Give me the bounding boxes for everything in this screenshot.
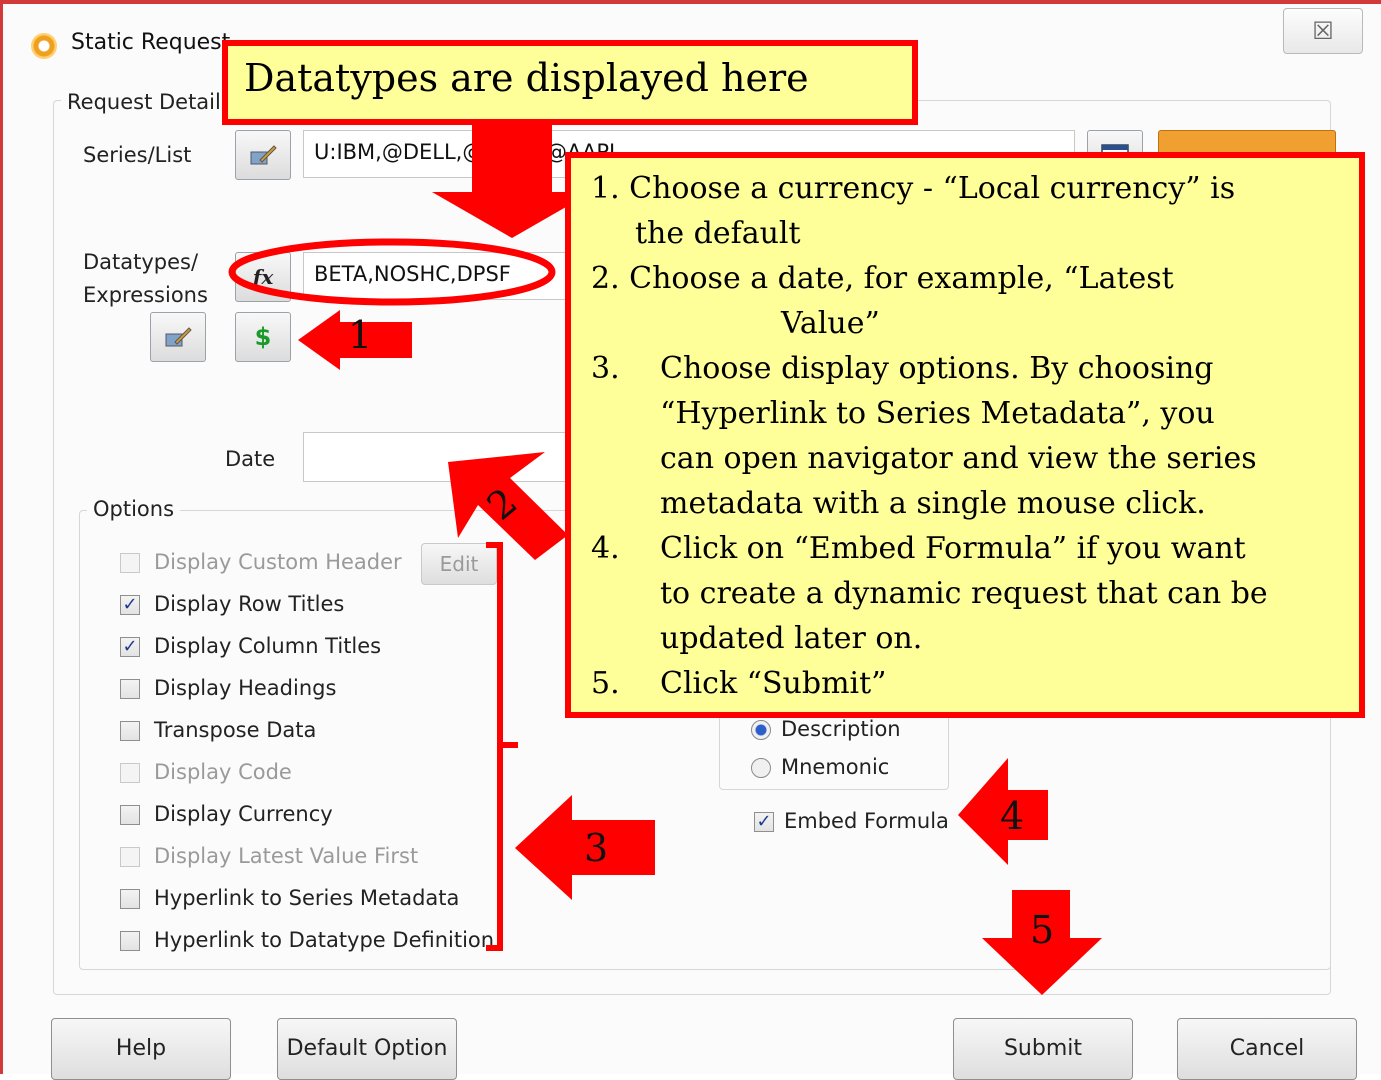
option-checkbox[interactable]	[120, 931, 140, 951]
option-checkbox[interactable]	[120, 679, 140, 699]
expression-builder-button[interactable]: fx	[235, 252, 291, 302]
option-label: Hyperlink to Series Metadata	[154, 886, 460, 910]
step-2-line2: Value”	[781, 306, 880, 341]
step-2-line1: 2. Choose a date, for example, “Latest	[591, 261, 1174, 296]
option-checkbox	[120, 763, 140, 783]
option-checkbox[interactable]: ✓	[120, 595, 140, 615]
app-icon	[31, 33, 57, 59]
default-option-button[interactable]: Default Option	[277, 1018, 457, 1080]
edit-list-icon	[250, 145, 277, 165]
step-1-line2: the default	[635, 216, 801, 251]
edit-header-button: Edit	[421, 543, 497, 585]
datatypes-edit-button[interactable]	[150, 312, 206, 362]
option-checkbox	[120, 553, 140, 573]
dollar-icon: $	[254, 323, 272, 351]
steps-callout: 1. Choose a currency - “Local currency” …	[565, 152, 1365, 718]
option-label: Display Custom Header	[154, 550, 402, 574]
window-top-border	[3, 0, 1381, 4]
series-edit-button[interactable]	[235, 130, 291, 180]
embed-formula-label: Embed Formula	[784, 809, 949, 833]
close-icon: ☒	[1312, 17, 1334, 45]
help-button[interactable]: Help	[51, 1018, 231, 1080]
step-3-line3: can open navigator and view the series	[660, 441, 1257, 476]
option-checkbox[interactable]	[120, 889, 140, 909]
cancel-button[interactable]: Cancel	[1177, 1018, 1357, 1080]
option-checkbox[interactable]	[120, 721, 140, 741]
date-input[interactable]	[303, 432, 575, 482]
option-label: Display Code	[154, 760, 292, 784]
date-label: Date	[225, 447, 276, 471]
step-4-number: 4.	[591, 531, 620, 566]
close-button[interactable]: ☒	[1283, 8, 1363, 54]
option-label: Display Row Titles	[154, 592, 345, 616]
mnemonic-radio[interactable]	[751, 758, 771, 778]
option-checkbox[interactable]: ✓	[120, 637, 140, 657]
option-label: Display Headings	[154, 676, 337, 700]
step-3-line2: “Hyperlink to Series Metadata”, you	[660, 396, 1215, 431]
datatypes-label-line2: Expressions	[83, 283, 208, 307]
option-label: Display Currency	[154, 802, 333, 826]
arrow-5-label: 5	[1030, 908, 1055, 952]
datatypes-input[interactable]: BETA,NOSHC,DPSF	[303, 252, 575, 300]
option-label: Display Column Titles	[154, 634, 382, 658]
option-checkbox[interactable]	[120, 805, 140, 825]
window-title: Static Request	[71, 30, 231, 55]
step-4-line1: Click on “Embed Formula” if you want	[660, 531, 1246, 566]
arrow-1-label: 1	[348, 313, 373, 357]
series-list-label: Series/List	[83, 143, 192, 167]
arrow-3-label: 3	[584, 826, 609, 870]
description-radio[interactable]	[751, 720, 771, 740]
step-3-number: 3.	[591, 351, 620, 386]
fx-icon: fx	[252, 265, 274, 289]
datatypes-title-text: Datatypes are displayed here	[244, 56, 809, 100]
datatypes-title-callout: Datatypes are displayed here	[222, 40, 918, 125]
description-radio-label: Description	[781, 717, 901, 741]
options-label: Options	[87, 497, 181, 521]
arrow-4-label: 4	[1000, 794, 1025, 838]
request-details-label: Request Detail	[61, 90, 227, 114]
step-5-number: 5.	[591, 666, 620, 701]
datatypes-label-line1: Datatypes/	[83, 250, 199, 274]
currency-button[interactable]: $	[235, 312, 291, 362]
step-3-line4: metadata with a single mouse click.	[660, 486, 1206, 521]
step-4-line3: updated later on.	[660, 621, 923, 656]
step-3-line1: Choose display options. By choosing	[660, 351, 1214, 386]
edit-list-icon	[165, 327, 192, 347]
embed-formula-checkbox[interactable]: ✓	[754, 812, 774, 832]
option-label: Transpose Data	[154, 718, 317, 742]
step-5-line1: Click “Submit”	[660, 666, 887, 701]
step-4-line2: to create a dynamic request that can be	[660, 576, 1268, 611]
option-label: Hyperlink to Datatype Definition	[154, 928, 495, 952]
option-checkbox	[120, 847, 140, 867]
step-1-line1: 1. Choose a currency - “Local currency” …	[591, 171, 1236, 206]
submit-button[interactable]: Submit	[953, 1018, 1133, 1080]
option-label: Display Latest Value First	[154, 844, 419, 868]
mnemonic-radio-label: Mnemonic	[781, 755, 890, 779]
